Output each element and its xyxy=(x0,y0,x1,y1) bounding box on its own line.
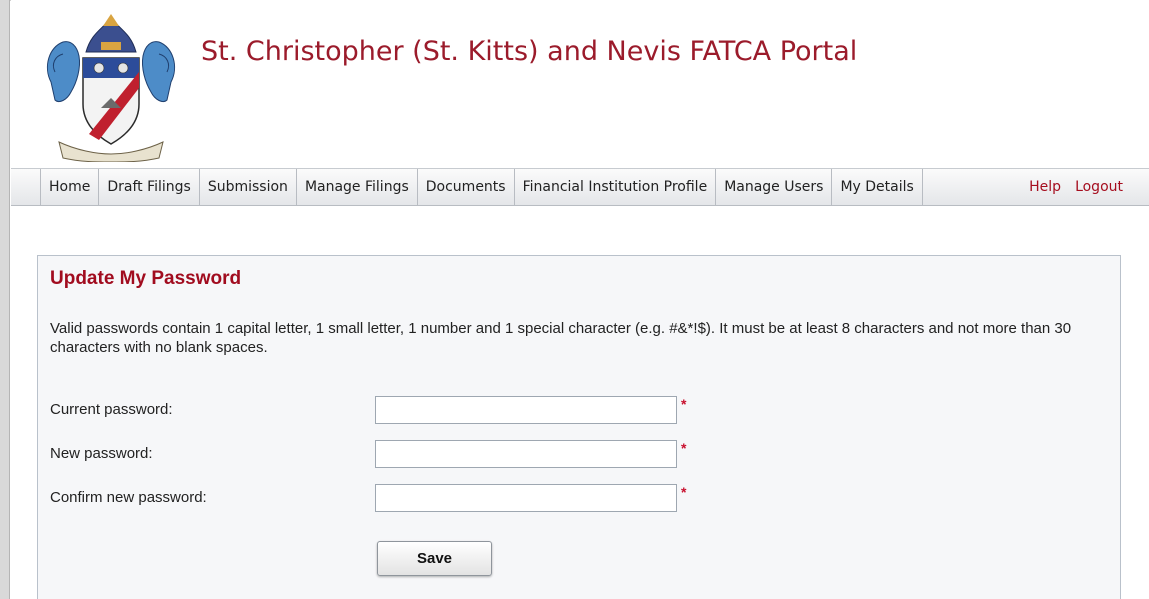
nav-item-submission[interactable]: Submission xyxy=(200,169,297,206)
help-link[interactable]: Help xyxy=(1029,169,1061,206)
current-password-required-marker: * xyxy=(681,396,687,412)
update-password-panel: Update My Password Valid passwords conta… xyxy=(37,255,1121,599)
confirm-password-required-marker: * xyxy=(681,484,687,500)
site-title: St. Christopher (St. Kitts) and Nevis FA… xyxy=(201,36,858,67)
nav-item-home[interactable]: Home xyxy=(41,169,100,206)
nav-item-financial-institution-profile[interactable]: Financial Institution Profile xyxy=(515,169,717,206)
logout-link[interactable]: Logout xyxy=(1075,169,1123,206)
nav-item-manage-users[interactable]: Manage Users xyxy=(716,169,833,206)
nav-item-manage-filings[interactable]: Manage Filings xyxy=(297,169,418,206)
password-rules-text: Valid passwords contain 1 capital letter… xyxy=(50,320,1072,356)
save-button[interactable]: Save xyxy=(377,541,492,576)
new-password-required-marker: * xyxy=(681,440,687,456)
current-password-label: Current password: xyxy=(50,401,173,418)
confirm-password-label: Confirm new password: xyxy=(50,489,207,506)
new-password-label: New password: xyxy=(50,445,153,462)
nav-item-draft-filings[interactable]: Draft Filings xyxy=(99,169,200,206)
new-password-input[interactable] xyxy=(375,440,677,468)
confirm-password-input[interactable] xyxy=(375,484,677,512)
nav-item-documents[interactable]: Documents xyxy=(418,169,515,206)
coat-of-arms-logo xyxy=(47,14,175,162)
panel-title: Update My Password xyxy=(50,268,242,289)
window-frame-left xyxy=(0,0,10,599)
main-navigation: Home Draft Filings Submission Manage Fil… xyxy=(11,168,1149,206)
nav-menu: Home Draft Filings Submission Manage Fil… xyxy=(40,169,923,206)
nav-item-my-details[interactable]: My Details xyxy=(832,169,923,206)
nav-utility-links: Help Logout xyxy=(1029,169,1123,206)
site-header: St. Christopher (St. Kitts) and Nevis FA… xyxy=(11,0,1149,168)
current-password-input[interactable] xyxy=(375,396,677,424)
